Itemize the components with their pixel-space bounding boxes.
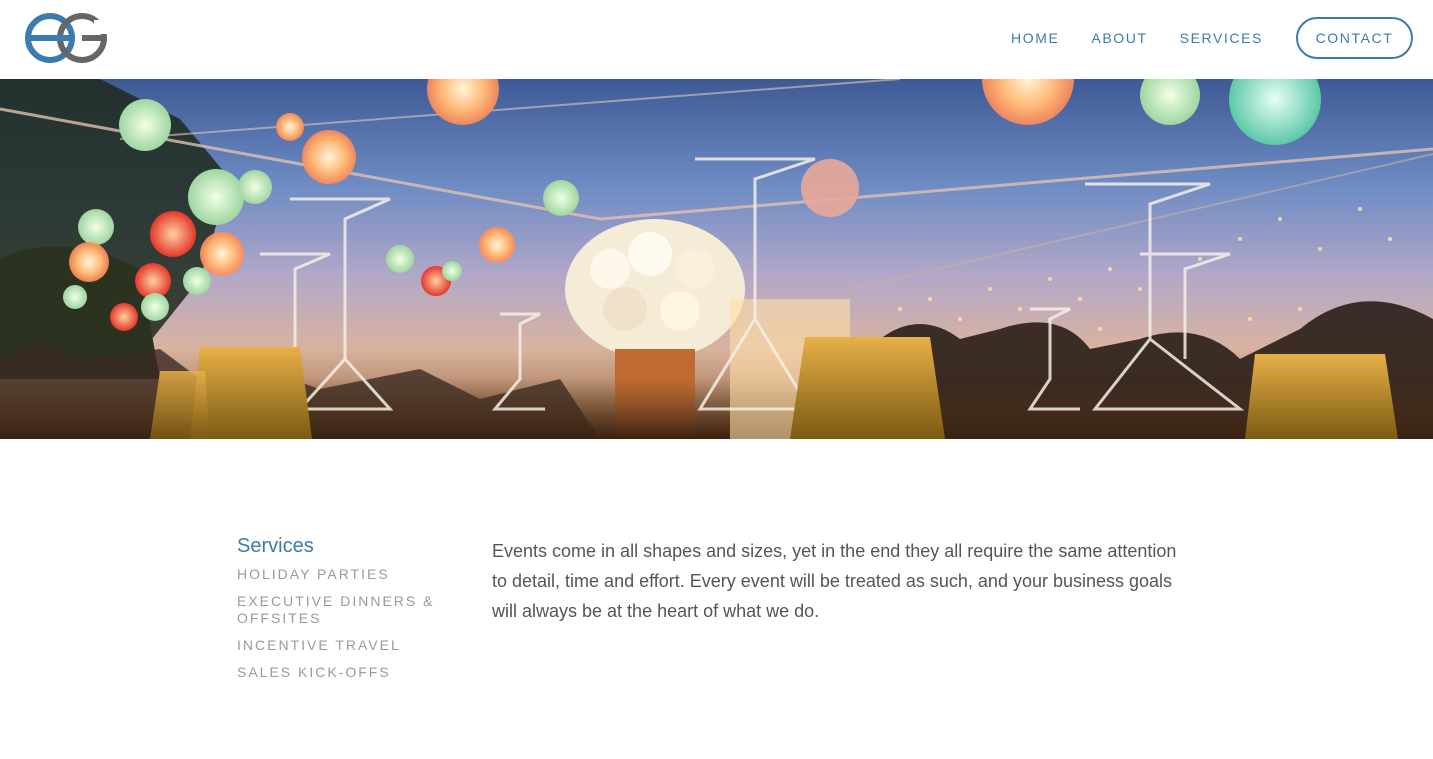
sidebar-item-sales-kickoffs[interactable]: SALES KICK-OFFS: [237, 664, 447, 681]
nav-about[interactable]: ABOUT: [1091, 30, 1147, 46]
nav-home[interactable]: HOME: [1011, 30, 1059, 46]
sidebar-link-incentive-travel[interactable]: INCENTIVE TRAVEL: [237, 637, 401, 653]
logo[interactable]: [24, 10, 110, 66]
sidebar-item-holiday-parties[interactable]: HOLIDAY PARTIES: [237, 566, 447, 583]
main-nav: HOME ABOUT SERVICES CONTACT: [979, 16, 1413, 60]
hero-image: [0, 79, 1433, 439]
sidebar-link-executive-dinners[interactable]: EXECUTIVE DINNERS & OFFSITES: [237, 593, 434, 626]
sidebar-link-holiday-parties[interactable]: HOLIDAY PARTIES: [237, 566, 390, 582]
sidebar-item-incentive-travel[interactable]: INCENTIVE TRAVEL: [237, 637, 447, 654]
services-intro-paragraph: Events come in all shapes and sizes, yet…: [492, 541, 1177, 621]
sidebar-item-executive-dinners[interactable]: EXECUTIVE DINNERS & OFFSITES: [237, 593, 447, 627]
services-sidebar: Services HOLIDAY PARTIES EXECUTIVE DINNE…: [237, 535, 447, 691]
nav-contact-button[interactable]: CONTACT: [1296, 17, 1413, 59]
sidebar-link-sales-kickoffs[interactable]: SALES KICK-OFFS: [237, 664, 391, 680]
site-header: HOME ABOUT SERVICES CONTACT: [0, 0, 1433, 79]
services-list: HOLIDAY PARTIES EXECUTIVE DINNERS & OFFS…: [237, 566, 447, 681]
sidebar-title: Services: [237, 535, 314, 557]
nav-services[interactable]: SERVICES: [1180, 30, 1263, 46]
hero-illustration: [0, 79, 1433, 439]
